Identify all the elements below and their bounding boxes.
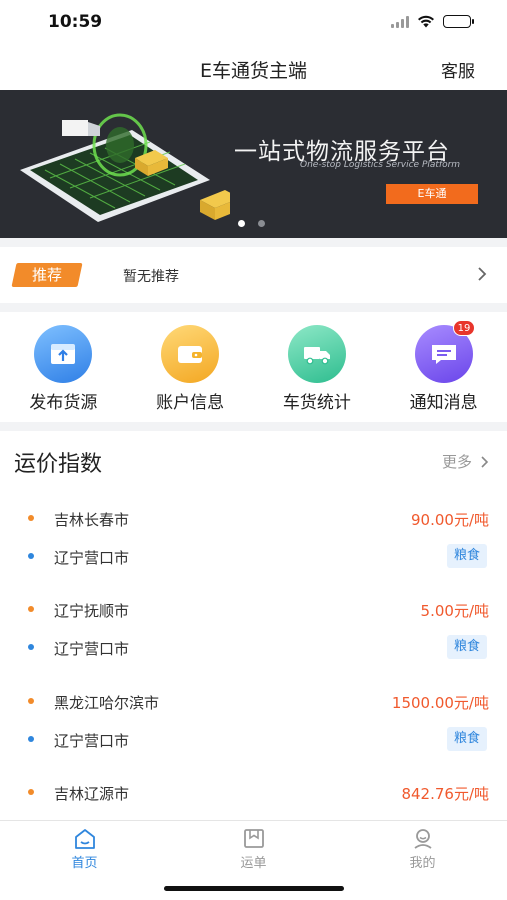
route-item[interactable]: 黑龙江哈尔滨市 1500.00元/吨 辽宁营口市 粮食 [0, 686, 507, 774]
nav-bar: E车通货主端 客服 [0, 46, 507, 90]
banner-brand-button[interactable]: E车通 [386, 184, 478, 204]
origin-city: 黑龙江哈尔滨市 [54, 694, 160, 712]
quick-action-account[interactable]: 账户信息 [127, 312, 254, 422]
origin-dot [28, 606, 34, 612]
battery-icon [443, 15, 474, 28]
origin-dot [28, 515, 34, 521]
promo-banner[interactable]: 一站式物流服务平台 One-stop Logistics Service Pla… [0, 90, 507, 238]
route-item[interactable]: 吉林辽源市 842.76元/吨 [0, 777, 507, 820]
more-link[interactable]: 更多 [442, 451, 489, 472]
publish-icon [34, 325, 93, 383]
wifi-icon [418, 15, 434, 28]
customer-service-button[interactable]: 客服 [441, 57, 475, 82]
quick-action-messages[interactable]: 19 通知消息 [380, 312, 507, 422]
tab-profile[interactable]: 我的 [338, 821, 507, 900]
tab-home[interactable]: 首页 [0, 821, 169, 900]
quick-action-label: 账户信息 [156, 393, 225, 413]
destination-city: 辽宁营口市 [54, 549, 130, 567]
banner-pagination [238, 220, 265, 227]
route-price: 842.76元/吨 [401, 785, 489, 803]
banner-subtitle: One-stop Logistics Service Platform [300, 160, 461, 170]
quick-action-publish[interactable]: 发布货源 [0, 312, 127, 422]
recommend-bar[interactable]: 推荐 暂无推荐 [0, 247, 507, 303]
pagination-dot-active[interactable] [238, 220, 245, 227]
origin-city: 吉林长春市 [54, 511, 130, 529]
home-indicator [164, 886, 344, 891]
route-item[interactable]: 吉林长春市 90.00元/吨 辽宁营口市 粮食 [0, 503, 507, 591]
section-title: 运价指数 [14, 452, 103, 477]
page-title: E车通货主端 [199, 60, 307, 82]
cargo-type-tag: 粮食 [446, 635, 487, 659]
cargo-type-tag: 粮食 [446, 544, 487, 568]
more-link-label: 更多 [441, 453, 472, 471]
recommend-tag-label: 推荐 [31, 266, 62, 284]
unread-badge: 19 [452, 320, 476, 336]
route-price: 5.00元/吨 [420, 602, 489, 620]
origin-city: 辽宁抚顺市 [54, 602, 130, 620]
pagination-dot[interactable] [258, 220, 265, 227]
message-icon: 19 [414, 320, 476, 383]
tab-label: 首页 [71, 856, 98, 871]
cargo-type-tag: 粮食 [446, 727, 487, 751]
quick-action-label: 通知消息 [409, 393, 478, 413]
route-price: 1500.00元/吨 [391, 694, 489, 712]
tab-label: 我的 [409, 856, 436, 871]
destination-dot [28, 736, 34, 742]
profile-icon [413, 829, 432, 849]
destination-dot [28, 644, 34, 650]
truck-icon [287, 325, 346, 383]
origin-city: 吉林辽源市 [54, 785, 130, 803]
destination-dot [28, 553, 34, 559]
chevron-right-icon [481, 455, 489, 468]
chevron-right-icon [478, 267, 487, 281]
quick-action-stats[interactable]: 车货统计 [254, 312, 381, 422]
quick-action-label: 发布货源 [29, 393, 98, 413]
signal-icon [391, 15, 409, 28]
quick-action-label: 车货统计 [282, 393, 351, 413]
destination-city: 辽宁营口市 [54, 732, 130, 750]
wallet-icon [161, 325, 220, 383]
origin-dot [28, 698, 34, 704]
route-price: 90.00元/吨 [411, 511, 489, 529]
tab-label: 运单 [240, 856, 267, 871]
quick-actions: 发布货源 账户信息 车货统计 19 通知消息 [0, 312, 507, 422]
recommend-text: 暂无推荐 [123, 269, 179, 285]
destination-city: 辽宁营口市 [54, 640, 130, 658]
status-time: 10:59 [48, 12, 103, 32]
recommend-tag: 推荐 [11, 263, 83, 287]
status-bar: 10:59 [0, 0, 507, 46]
status-icons [391, 15, 474, 28]
route-item[interactable]: 辽宁抚顺市 5.00元/吨 辽宁营口市 粮食 [0, 594, 507, 682]
home-icon [74, 829, 95, 849]
waybill-icon [243, 829, 264, 848]
freight-index-section: 运价指数 更多 吉林长春市 90.00元/吨 辽宁营口市 粮食 辽宁抚顺市 5.… [0, 431, 507, 820]
banner-tablet-illustration [20, 113, 230, 222]
origin-dot [28, 789, 34, 795]
